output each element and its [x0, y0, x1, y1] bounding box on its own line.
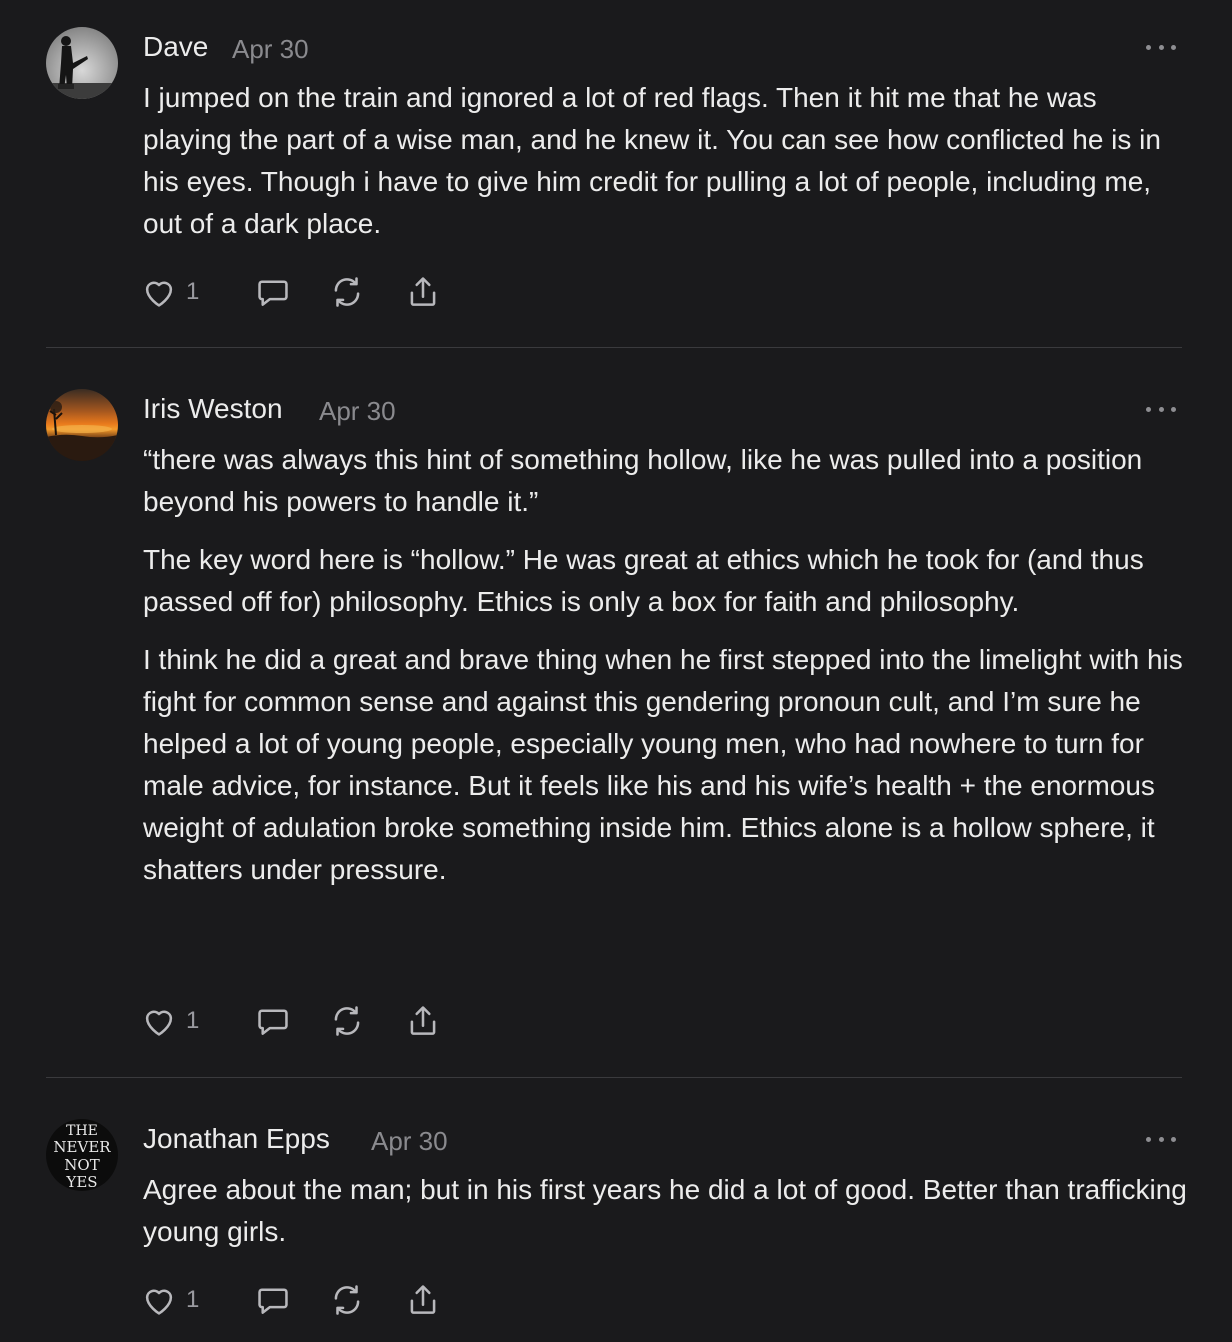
reply-button[interactable] — [254, 1280, 292, 1320]
comment-actions: 1 — [140, 1280, 460, 1320]
like-button[interactable]: 1 — [140, 1001, 199, 1041]
like-count: 1 — [186, 278, 200, 305]
comment-body: Agree about the man; but in his first ye… — [143, 1169, 1193, 1269]
share-icon — [410, 1006, 436, 1035]
comment-paragraph: Agree about the man; but in his first ye… — [143, 1174, 1187, 1247]
comment-paragraph: I jumped on the train and ignored a lot … — [143, 82, 1161, 239]
like-count: 1 — [186, 1007, 200, 1034]
comment-paragraph: “there was always this hint of something… — [143, 444, 1143, 517]
avatar-text: NEVER — [53, 1138, 111, 1156]
restack-icon — [334, 1285, 360, 1315]
author-name[interactable]: Iris Weston — [143, 393, 283, 425]
more-options-button[interactable] — [1146, 1133, 1176, 1145]
reply-button[interactable] — [254, 1001, 292, 1041]
author-name[interactable]: Dave — [143, 31, 208, 63]
heart-icon — [145, 281, 173, 307]
comment-date[interactable]: Apr 30 — [319, 396, 396, 427]
more-icon — [1146, 1136, 1151, 1142]
comment-icon — [258, 1009, 288, 1035]
more-options-button[interactable] — [1146, 403, 1176, 415]
restack-button[interactable] — [328, 272, 366, 312]
avatar[interactable]: THE NEVER NOT YES — [46, 1119, 118, 1191]
avatar[interactable] — [46, 389, 118, 461]
share-button[interactable] — [404, 1280, 442, 1320]
share-button[interactable] — [404, 272, 442, 312]
restack-button[interactable] — [328, 1280, 366, 1320]
share-icon — [410, 277, 436, 306]
like-count: 1 — [186, 1286, 200, 1313]
comment-icon — [258, 280, 288, 306]
restack-icon — [334, 1006, 360, 1036]
comment-date[interactable]: Apr 30 — [371, 1126, 448, 1157]
comment-paragraph: I think he did a great and brave thing w… — [143, 644, 1183, 885]
restack-icon — [334, 277, 360, 307]
avatar-text: NOT — [64, 1156, 99, 1174]
comment-actions: 1 — [140, 272, 460, 312]
like-button[interactable]: 1 — [140, 1280, 199, 1320]
share-button[interactable] — [404, 1001, 442, 1041]
comment-actions: 1 — [140, 1001, 460, 1041]
comment-icon — [258, 1288, 288, 1314]
comment-paragraph: The key word here is “hollow.” He was gr… — [143, 544, 1144, 617]
share-icon — [410, 1285, 436, 1314]
more-icon — [1146, 44, 1151, 50]
more-options-button[interactable] — [1146, 41, 1176, 53]
avatar[interactable] — [46, 27, 118, 99]
like-button[interactable]: 1 — [140, 272, 199, 312]
reply-button[interactable] — [254, 272, 292, 312]
avatar-text: THE — [66, 1123, 98, 1139]
comment-body: “there was always this hint of something… — [143, 439, 1193, 907]
restack-button[interactable] — [328, 1001, 366, 1041]
author-name[interactable]: Jonathan Epps — [143, 1123, 330, 1155]
comment-date[interactable]: Apr 30 — [232, 34, 309, 65]
comment-divider — [46, 1077, 1182, 1078]
comment-divider — [46, 347, 1182, 348]
heart-icon — [145, 1289, 173, 1315]
avatar-text: YES — [65, 1173, 97, 1191]
heart-icon — [145, 1010, 173, 1036]
comment-body: I jumped on the train and ignored a lot … — [143, 77, 1193, 261]
more-icon — [1146, 406, 1151, 412]
